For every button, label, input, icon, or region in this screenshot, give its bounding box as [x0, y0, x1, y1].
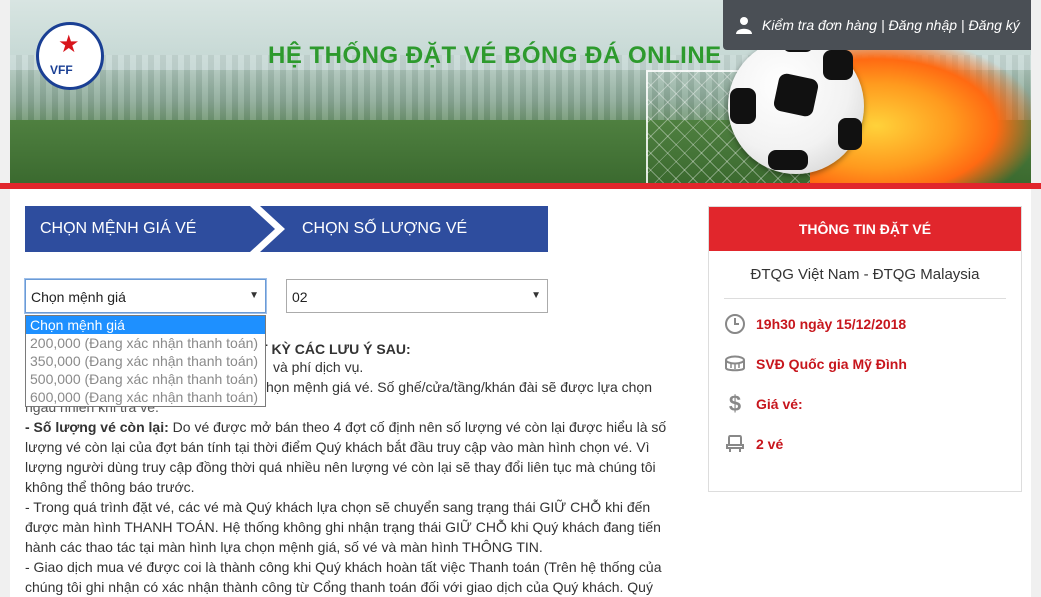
dropdown-arrow-icon: ▼: [249, 290, 259, 301]
star-icon: ★: [58, 31, 80, 58]
notes-line: không thể thông báo trước.: [25, 479, 195, 495]
check-order-link[interactable]: Kiểm tra đơn hàng: [762, 17, 877, 33]
price-option[interactable]: 350,000 (Đang xác nhận thanh toán): [26, 352, 265, 370]
price-option[interactable]: 500,000 (Đang xác nhận thanh toán): [26, 370, 265, 388]
step-choose-price[interactable]: CHỌN MỆNH GIÁ VÉ: [25, 206, 275, 252]
price-option[interactable]: 200,000 (Đang xác nhận thanh toán): [26, 334, 265, 352]
notes-line: - Giao dịch mua vé được coi là thành côn…: [25, 559, 662, 575]
price-option[interactable]: 600,000 (Đang xác nhận thanh toán): [26, 388, 265, 406]
notes-line: lượng vé còn lại của đợt bán tính tại th…: [25, 439, 650, 455]
notes-heading: T KỲ CÁC LƯU Ý SAU:: [259, 341, 411, 357]
price-select-value: Chọn mệnh giá: [31, 289, 126, 305]
venue-name: SVĐ Quốc gia Mỹ Đình: [756, 356, 907, 372]
notes-line: - Trong quá trình đặt vé, các vé mà Quý …: [25, 499, 651, 515]
user-icon: [736, 17, 752, 34]
soccer-ball-graphic: [728, 38, 864, 174]
booking-info-title: THÔNG TIN ĐẶT VÉ: [709, 207, 1021, 251]
nav-separator: |: [877, 17, 889, 33]
dropdown-arrow-icon: ▼: [531, 290, 541, 301]
notes-line: - Số lượng vé còn lại: Do vé được mở bán…: [25, 419, 667, 435]
notes-line: lượng người dùng truy cập đồng thời quá …: [25, 459, 656, 475]
price-option[interactable]: Chọn mệnh giá: [26, 316, 265, 334]
register-link[interactable]: Đăng ký: [968, 17, 1019, 33]
login-link[interactable]: Đăng nhập: [889, 17, 958, 33]
notes-line: chúng tôi ghi nhận có xác nhận thành côn…: [25, 579, 653, 595]
notes-line: được màn hình THANH TOÁN. Hệ thống không…: [25, 519, 661, 535]
site-title: HỆ THỐNG ĐẶT VÉ BÓNG ĐÁ ONLINE: [268, 42, 722, 69]
step-indicator: CHỌN MỆNH GIÁ VÉ CHỌN SỐ LƯỢNG VÉ: [25, 206, 548, 252]
quantity-select[interactable]: 02 ▼: [286, 279, 548, 313]
nav-separator: |: [957, 17, 969, 33]
step-label: CHỌN MỆNH GIÁ VÉ: [40, 220, 197, 237]
main-panel: CHỌN MỆNH GIÁ VÉ CHỌN SỐ LƯỢNG VÉ Chọn m…: [10, 189, 1031, 597]
quantity-select-value: 02: [292, 289, 308, 305]
top-nav: Kiểm tra đơn hàng | Đăng nhập | Đăng ký: [723, 0, 1031, 50]
notes-line: hành các thao tác tại màn hình lựa chọn …: [25, 539, 543, 555]
dollar-icon: $: [728, 391, 742, 416]
clock-icon: [725, 314, 745, 334]
seat-icon: [726, 435, 744, 452]
match-time: 19h30 ngày 15/12/2018: [756, 316, 907, 332]
booking-info-panel: THÔNG TIN ĐẶT VÉ ĐTQG Việt Nam - ĐTQG Ma…: [708, 206, 1022, 492]
logo-text: VFF: [50, 63, 73, 77]
price-dropdown-list[interactable]: Chọn mệnh giá 200,000 (Đang xác nhận tha…: [25, 315, 266, 407]
ticket-price-label: Giá vé:: [756, 396, 803, 412]
step-choose-quantity[interactable]: CHỌN SỐ LƯỢNG VÉ: [260, 206, 548, 252]
notes-line: và phí dịch vụ.: [273, 359, 364, 375]
vff-logo[interactable]: ★ VFF: [36, 22, 104, 90]
divider: [724, 298, 1006, 299]
price-select[interactable]: Chọn mệnh giá ▼: [25, 279, 266, 313]
match-name: ĐTQG Việt Nam - ĐTQG Malaysia: [750, 266, 980, 283]
ticket-quantity: 2 vé: [756, 436, 784, 452]
step-label: CHỌN SỐ LƯỢNG VÉ: [302, 220, 468, 237]
stadium-icon: [725, 355, 745, 372]
notes-line: chọn mệnh giá vé. Số ghế/cửa/tầng/khán đ…: [259, 379, 652, 395]
